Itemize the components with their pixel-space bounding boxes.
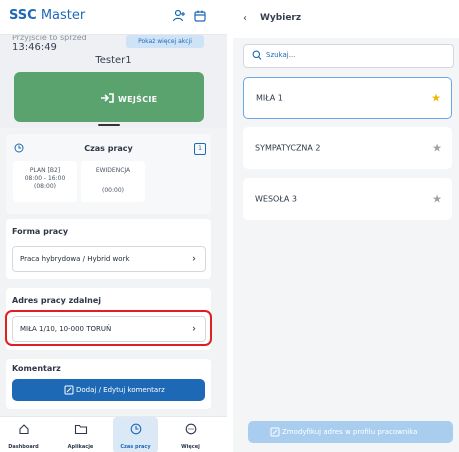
address-item-name: WESOŁA 3 xyxy=(255,194,297,204)
remote-address-title: Adres pracy zdalnej xyxy=(12,296,102,305)
nav-work-time-label: Czas pracy xyxy=(120,444,151,450)
record-label: EWIDENCJA xyxy=(95,167,131,174)
nav-dashboard[interactable]: Dashboard xyxy=(1,417,46,452)
select-topbar: ‹ Wybierz xyxy=(233,0,459,38)
address-item[interactable]: SYMPATYCZNA 2 ★ xyxy=(243,127,452,169)
folder-icon xyxy=(74,424,87,435)
record-box: EWIDENCJA (00:00) xyxy=(81,161,145,202)
enter-button[interactable]: WEJŚCIE xyxy=(14,72,204,122)
app-title-bold: SSC xyxy=(9,8,37,23)
work-time-badge[interactable]: 1 xyxy=(194,143,206,155)
nav-applications[interactable]: Aplikacje xyxy=(58,417,103,452)
username: Tester1 xyxy=(95,55,132,66)
nav-more-label: Więcej xyxy=(181,444,200,450)
address-item[interactable]: MIŁA 1 ★ xyxy=(243,77,452,119)
work-form-select[interactable]: Praca hybrydowa / Hybrid work › xyxy=(12,246,206,272)
plan-duration: (08:00) xyxy=(34,183,56,190)
search-placeholder: Szukaj... xyxy=(266,51,296,59)
sheet-handle[interactable] xyxy=(98,124,120,126)
user-add-icon[interactable] xyxy=(172,9,186,23)
star-icon[interactable]: ★ xyxy=(432,142,442,155)
highlight-outline xyxy=(5,310,212,346)
app-topbar: SSC Master xyxy=(0,0,227,35)
address-item[interactable]: WESOŁA 3 ★ xyxy=(243,178,452,220)
more-actions-button[interactable]: Pokaż więcej akcji xyxy=(126,35,204,48)
back-chevron-icon[interactable]: ‹ xyxy=(243,13,247,24)
login-icon xyxy=(101,93,114,103)
nav-work-time[interactable]: Czas pracy xyxy=(113,417,158,452)
more-icon xyxy=(185,423,196,435)
star-icon[interactable]: ★ xyxy=(432,193,442,206)
work-time-card: Czas pracy 1 PLAN [B2] 08:00 - 16:00 (08… xyxy=(6,134,211,214)
entry-time: 13:46:49 xyxy=(12,42,57,53)
plan-hours: 08:00 - 16:00 xyxy=(24,175,66,182)
app-title-rest: Master xyxy=(36,8,86,23)
edit-icon xyxy=(270,427,280,437)
edit-icon xyxy=(64,385,74,395)
address-item-name: SYMPATYCZNA 2 xyxy=(255,143,321,153)
work-form-value: Praca hybrydowa / Hybrid work xyxy=(20,255,130,263)
plan-box: PLAN [B2] 08:00 - 16:00 (08:00) xyxy=(13,161,77,202)
select-title: Wybierz xyxy=(260,13,302,23)
left-screen: Przyjście to sprzed 13:46:49 Pokaż więce… xyxy=(0,0,227,452)
nav-more[interactable]: Więcej xyxy=(168,417,213,452)
search-input[interactable]: Szukaj... xyxy=(243,44,454,68)
clock-icon xyxy=(130,423,141,435)
search-icon xyxy=(252,50,262,60)
entry-header: Przyjście to sprzed 13:46:49 Pokaż więce… xyxy=(0,33,227,128)
nav-dashboard-label: Dashboard xyxy=(8,444,39,450)
work-time-title: Czas pracy xyxy=(84,144,133,153)
record-duration: (00:00) xyxy=(102,187,124,194)
nav-applications-label: Aplikacje xyxy=(67,444,94,450)
home-icon xyxy=(18,424,29,435)
enter-button-label: WEJŚCIE xyxy=(118,95,158,104)
modify-address-label: Zmodyfikuj adres w profilu pracownika xyxy=(282,428,418,436)
right-screen: ‹ Wybierz Szukaj... MIŁA 1 ★ SYMPATYCZNA… xyxy=(233,0,459,452)
chevron-right-icon: › xyxy=(192,253,196,265)
comment-title: Komentarz xyxy=(12,364,61,373)
bottom-navigation: Dashboard Aplikacje Czas pracy Więcej xyxy=(0,416,227,452)
app-title: SSC Master xyxy=(9,8,85,23)
plan-label: PLAN [B2] xyxy=(29,167,61,174)
edit-comment-button[interactable]: Dodaj / Edytuj komentarz xyxy=(12,379,205,401)
star-filled-icon[interactable]: ★ xyxy=(431,92,441,105)
comment-card: Komentarz Dodaj / Edytuj komentarz xyxy=(6,359,211,409)
record-hours xyxy=(81,175,145,183)
modify-address-button[interactable]: Zmodyfikuj adres w profilu pracownika xyxy=(248,421,453,443)
address-item-name: MIŁA 1 xyxy=(256,93,283,103)
calendar-icon[interactable] xyxy=(193,9,207,23)
work-form-title: Forma pracy xyxy=(12,227,69,236)
edit-comment-label: Dodaj / Edytuj komentarz xyxy=(76,386,165,394)
work-form-card: Forma pracy Praca hybrydowa / Hybrid wor… xyxy=(6,219,211,279)
